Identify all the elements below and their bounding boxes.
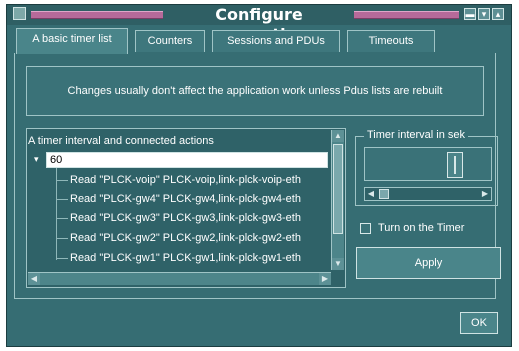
turn-on-timer-checkbox[interactable] [360, 223, 371, 234]
vertical-scroll-thumb[interactable] [333, 144, 343, 234]
timer-interval-knob[interactable] [447, 152, 463, 178]
ok-button[interactable]: OK [460, 312, 498, 334]
expand-arrow-icon[interactable]: ▾ [34, 154, 39, 165]
tree-item[interactable]: Read "PLCK-gw1" PLCK-gw1,link-plck-gw1-e… [70, 249, 330, 267]
tree-connector-tick [56, 180, 68, 181]
title-bar[interactable]: Configure properties ▬ ▾ ▴ [7, 5, 511, 44]
window-menu-icon[interactable] [13, 7, 26, 20]
scroll-up-arrow-icon[interactable]: ▲ [332, 130, 344, 142]
notice-message: Changes usually don't affect the applica… [26, 66, 484, 116]
tree-vertical-scrollbar[interactable]: ▲ ▼ [331, 130, 344, 270]
tree-connector-tick [56, 218, 68, 219]
shade-button[interactable]: ▾ [478, 8, 490, 20]
tree-connector-tick [56, 258, 68, 259]
window-title: Configure properties [212, 5, 306, 44]
slider-left-arrow-icon[interactable]: ◀ [365, 188, 377, 200]
tree-item[interactable]: Read "PLCK-gw2" PLCK-gw2,link-plck-gw2-e… [70, 229, 330, 247]
slider-right-arrow-icon[interactable]: ▶ [479, 188, 491, 200]
tab-basic-timer-list[interactable]: A basic timer list [16, 28, 128, 54]
tree-connector-tick [56, 238, 68, 239]
title-bar-decoration-left [31, 11, 163, 19]
tab-counters[interactable]: Counters [135, 30, 205, 52]
tree-root-row[interactable]: ▾ 60 [32, 152, 328, 168]
scroll-right-arrow-icon[interactable]: ▶ [319, 273, 331, 285]
scroll-down-arrow-icon[interactable]: ▼ [332, 258, 344, 270]
scroll-left-arrow-icon[interactable]: ◀ [28, 273, 40, 285]
tab-sessions-and-pdus[interactable]: Sessions and PDUs [212, 30, 340, 52]
title-bar-decoration-right [354, 11, 459, 19]
timer-interval-label: Timer interval in sek [364, 128, 469, 142]
tree-connector-line [56, 168, 57, 260]
tree-connector-tick [56, 199, 68, 200]
minimize-button[interactable]: ▬ [464, 8, 476, 20]
tree-item[interactable]: Read "PLCK-voip" PLCK-voip,link-plck-voi… [70, 171, 330, 189]
tree-column-header[interactable]: A timer interval and connected actions [28, 133, 328, 149]
timer-interval-slider[interactable]: ◀ ▶ [364, 187, 492, 201]
maximize-button[interactable]: ▴ [492, 8, 504, 20]
tab-timeouts[interactable]: Timeouts [347, 30, 435, 52]
tree-item[interactable]: Read "PLCK-gw3" PLCK-gw3,link-plck-gw3-e… [70, 209, 330, 227]
tree-root-value-field[interactable]: 60 [46, 152, 328, 168]
turn-on-timer-label[interactable]: Turn on the Timer [378, 221, 464, 236]
tree-item[interactable]: Read "PLCK-gw4" PLCK-gw4,link-plck-gw4-e… [70, 190, 330, 208]
tree-horizontal-scrollbar[interactable]: ◀ ▶ [28, 272, 331, 285]
apply-button[interactable]: Apply [356, 247, 501, 279]
slider-thumb[interactable] [379, 189, 389, 199]
timer-interval-spin-area[interactable] [364, 147, 492, 181]
